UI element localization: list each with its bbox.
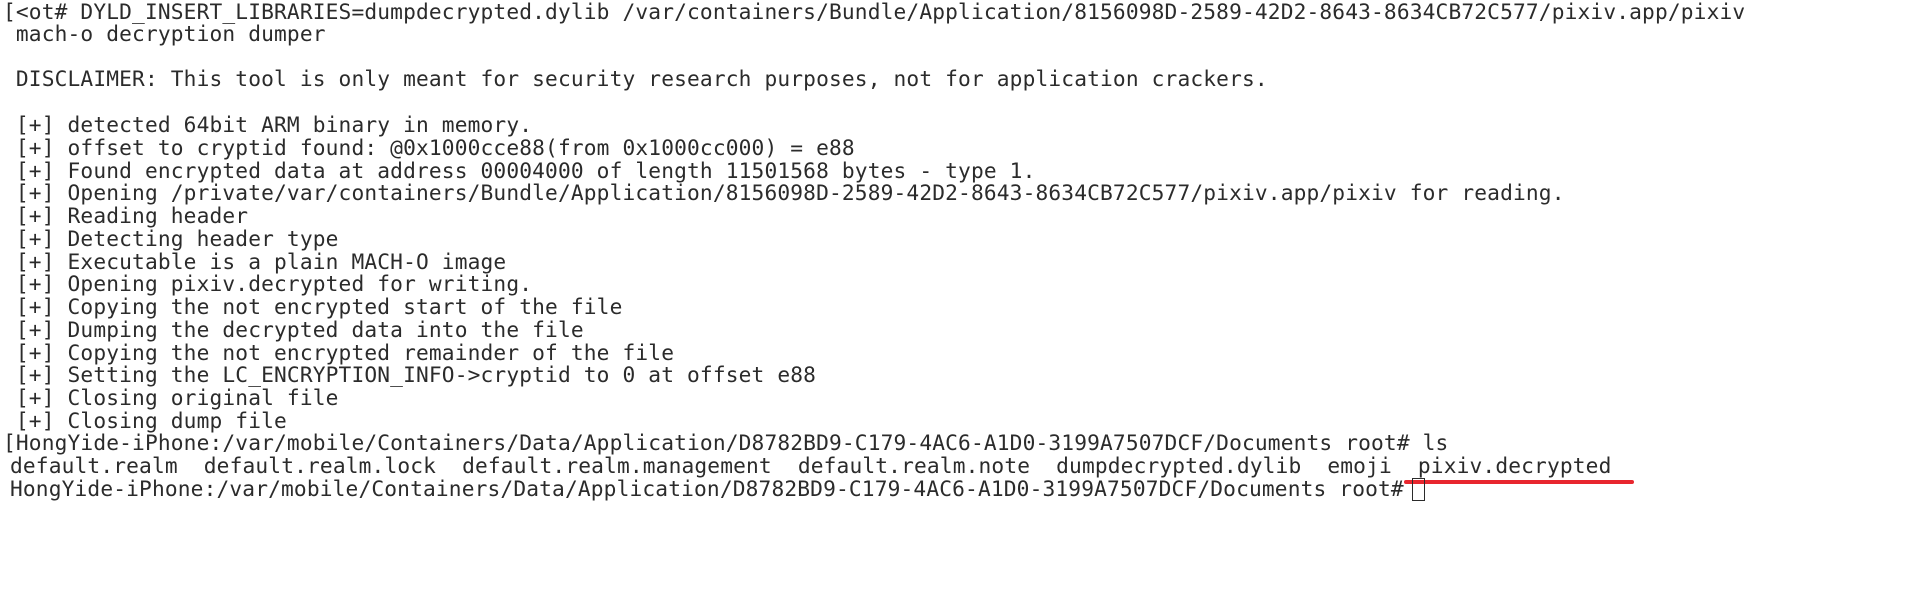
terminal-line: mach-o decryption dumper [3, 21, 326, 46]
highlighted-file-entry: pixiv.decrypted [1403, 452, 1634, 484]
shell-prompt: HongYide-iPhone:/var/mobile/Containers/D… [10, 476, 1404, 501]
red-underline-annotation [1403, 480, 1634, 484]
terminal-window[interactable]: [<ot# DYLD_INSERT_LIBRARIES=dumpdecrypte… [0, 0, 1928, 616]
highlighted-file-name: pixiv.decrypted [1417, 453, 1612, 478]
prompt-line[interactable]: HongYide-iPhone:/var/mobile/Containers/D… [3, 475, 1425, 503]
terminal-line: DISCLAIMER: This tool is only meant for … [3, 66, 1268, 91]
cursor-icon [1411, 478, 1425, 501]
